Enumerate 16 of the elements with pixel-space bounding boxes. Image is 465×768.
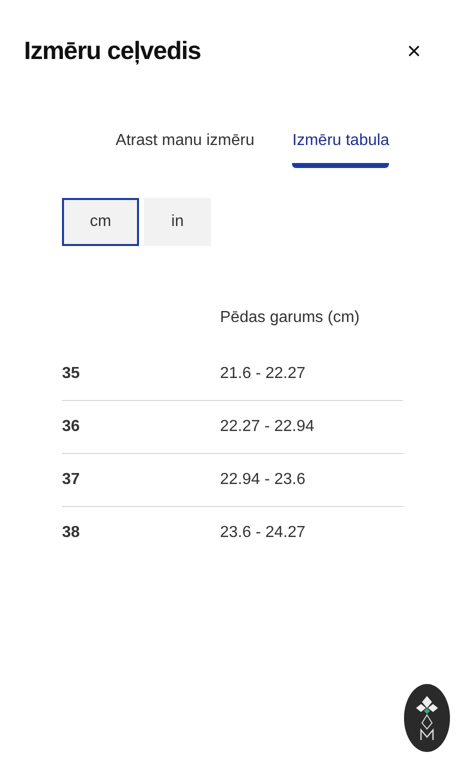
dialog-title: Izmēru ceļvedis — [24, 36, 201, 67]
length-cell-text: 23.6 - 24.27 — [220, 523, 306, 543]
close-button[interactable]: × — [406, 40, 421, 64]
unit-toggle[interactable]: cm — [62, 198, 139, 246]
size-cell-text: 35 — [62, 364, 81, 384]
size-cell-text: 37 — [62, 470, 81, 490]
length-cell-text: 21.6 - 22.27 — [220, 364, 306, 384]
unit-toggle[interactable]: in — [144, 198, 211, 246]
length-cell-text: 22.27 - 22.94 — [220, 416, 314, 436]
tab[interactable]: Atrast manu izmēru — [116, 128, 254, 168]
column-header: Pēdas garums (cm) — [220, 308, 360, 328]
size-cell-text: 38 — [62, 523, 81, 543]
size-cell-text: 36 — [62, 416, 81, 436]
logo-badge-icon — [404, 684, 450, 752]
length-cell-text: 22.94 - 23.6 — [220, 470, 306, 490]
tab[interactable]: Izmēru tabula — [292, 128, 390, 168]
